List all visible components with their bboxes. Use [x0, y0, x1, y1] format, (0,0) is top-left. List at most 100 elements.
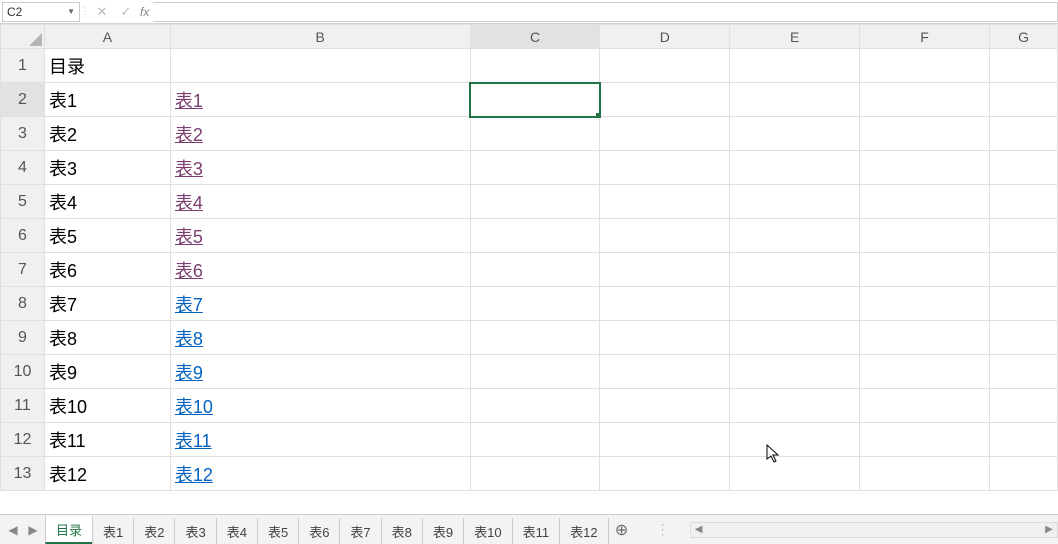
cell-E4[interactable]: [730, 151, 860, 185]
cell-A5[interactable]: 表4: [44, 185, 170, 219]
cell-F11[interactable]: [860, 389, 990, 423]
sheet-tab-表4[interactable]: 表4: [216, 518, 258, 544]
sheet-tab-表2[interactable]: 表2: [133, 518, 175, 544]
row-header-3[interactable]: 3: [1, 117, 45, 151]
row-header-10[interactable]: 10: [1, 355, 45, 389]
cell-E9[interactable]: [730, 321, 860, 355]
cell-G12[interactable]: [990, 423, 1058, 457]
sheet-tab-表6[interactable]: 表6: [298, 518, 340, 544]
cell-G4[interactable]: [990, 151, 1058, 185]
cell-A3[interactable]: 表2: [44, 117, 170, 151]
cell-D10[interactable]: [600, 355, 730, 389]
cell-B6[interactable]: 表5: [170, 219, 470, 253]
cell-G8[interactable]: [990, 287, 1058, 321]
cell-C11[interactable]: [470, 389, 600, 423]
sheet-tab-表9[interactable]: 表9: [422, 518, 464, 544]
cell-F4[interactable]: [860, 151, 990, 185]
cell-D3[interactable]: [600, 117, 730, 151]
cell-B2[interactable]: 表1: [170, 83, 470, 117]
row-header-5[interactable]: 5: [1, 185, 45, 219]
cell-C6[interactable]: [470, 219, 600, 253]
cell-G1[interactable]: [990, 49, 1058, 83]
cell-F13[interactable]: [860, 457, 990, 491]
cell-D5[interactable]: [600, 185, 730, 219]
cell-B10[interactable]: 表9: [170, 355, 470, 389]
sheet-tab-表11[interactable]: 表11: [512, 518, 561, 544]
column-header-B[interactable]: B: [170, 25, 470, 49]
horizontal-scrollbar[interactable]: ◀ ▶: [690, 522, 1058, 538]
formula-enter-button[interactable]: ✓: [114, 2, 138, 22]
name-box[interactable]: C2 ▼: [2, 2, 80, 22]
cell-B3[interactable]: 表2: [170, 117, 470, 151]
cell-E12[interactable]: [730, 423, 860, 457]
cell-C5[interactable]: [470, 185, 600, 219]
formula-cancel-button[interactable]: ✕: [90, 2, 114, 22]
cell-E6[interactable]: [730, 219, 860, 253]
cell-D1[interactable]: [600, 49, 730, 83]
name-box-dropdown-icon[interactable]: ▼: [67, 7, 75, 16]
cell-A13[interactable]: 表12: [44, 457, 170, 491]
sheet-tab-表3[interactable]: 表3: [174, 518, 216, 544]
cell-D8[interactable]: [600, 287, 730, 321]
cell-B4[interactable]: 表3: [170, 151, 470, 185]
cell-G7[interactable]: [990, 253, 1058, 287]
cell-C10[interactable]: [470, 355, 600, 389]
cell-G9[interactable]: [990, 321, 1058, 355]
row-header-6[interactable]: 6: [1, 219, 45, 253]
cell-E5[interactable]: [730, 185, 860, 219]
cell-A9[interactable]: 表8: [44, 321, 170, 355]
cell-F8[interactable]: [860, 287, 990, 321]
cell-B7[interactable]: 表6: [170, 253, 470, 287]
cell-B8[interactable]: 表7: [170, 287, 470, 321]
cell-A6[interactable]: 表5: [44, 219, 170, 253]
cell-E10[interactable]: [730, 355, 860, 389]
cell-F7[interactable]: [860, 253, 990, 287]
cell-F2[interactable]: [860, 83, 990, 117]
row-header-9[interactable]: 9: [1, 321, 45, 355]
cell-A11[interactable]: 表10: [44, 389, 170, 423]
cell-F1[interactable]: [860, 49, 990, 83]
select-all-corner[interactable]: [1, 25, 45, 49]
cell-D12[interactable]: [600, 423, 730, 457]
cell-E13[interactable]: [730, 457, 860, 491]
row-header-4[interactable]: 4: [1, 151, 45, 185]
cell-B13[interactable]: 表12: [170, 457, 470, 491]
cell-D6[interactable]: [600, 219, 730, 253]
cell-C7[interactable]: [470, 253, 600, 287]
cell-D9[interactable]: [600, 321, 730, 355]
cell-B1[interactable]: [170, 49, 470, 83]
cell-D4[interactable]: [600, 151, 730, 185]
hscroll-right-icon[interactable]: ▶: [1041, 523, 1057, 537]
tab-nav-next-icon[interactable]: ▶: [26, 523, 40, 537]
cell-B9[interactable]: 表8: [170, 321, 470, 355]
cell-A10[interactable]: 表9: [44, 355, 170, 389]
cell-B5[interactable]: 表4: [170, 185, 470, 219]
sheet-tab-表10[interactable]: 表10: [463, 518, 512, 544]
hscroll-left-icon[interactable]: ◀: [691, 523, 707, 537]
column-header-D[interactable]: D: [600, 25, 730, 49]
cell-F3[interactable]: [860, 117, 990, 151]
tab-nav-prev-icon[interactable]: ◀: [6, 523, 20, 537]
sheet-tab-表5[interactable]: 表5: [257, 518, 299, 544]
cell-B11[interactable]: 表10: [170, 389, 470, 423]
cell-D11[interactable]: [600, 389, 730, 423]
row-header-11[interactable]: 11: [1, 389, 45, 423]
cell-A8[interactable]: 表7: [44, 287, 170, 321]
cell-A2[interactable]: 表1: [44, 83, 170, 117]
cell-D13[interactable]: [600, 457, 730, 491]
cell-B12[interactable]: 表11: [170, 423, 470, 457]
cell-G13[interactable]: [990, 457, 1058, 491]
cell-G2[interactable]: [990, 83, 1058, 117]
sheet-tab-表1[interactable]: 表1: [92, 518, 134, 544]
row-header-12[interactable]: 12: [1, 423, 45, 457]
cell-F12[interactable]: [860, 423, 990, 457]
cell-F10[interactable]: [860, 355, 990, 389]
row-header-2[interactable]: 2: [1, 83, 45, 117]
cell-E2[interactable]: [730, 83, 860, 117]
column-header-E[interactable]: E: [730, 25, 860, 49]
cell-E11[interactable]: [730, 389, 860, 423]
cell-G3[interactable]: [990, 117, 1058, 151]
cell-A7[interactable]: 表6: [44, 253, 170, 287]
sheet-tab-表7[interactable]: 表7: [339, 518, 381, 544]
cell-G11[interactable]: [990, 389, 1058, 423]
